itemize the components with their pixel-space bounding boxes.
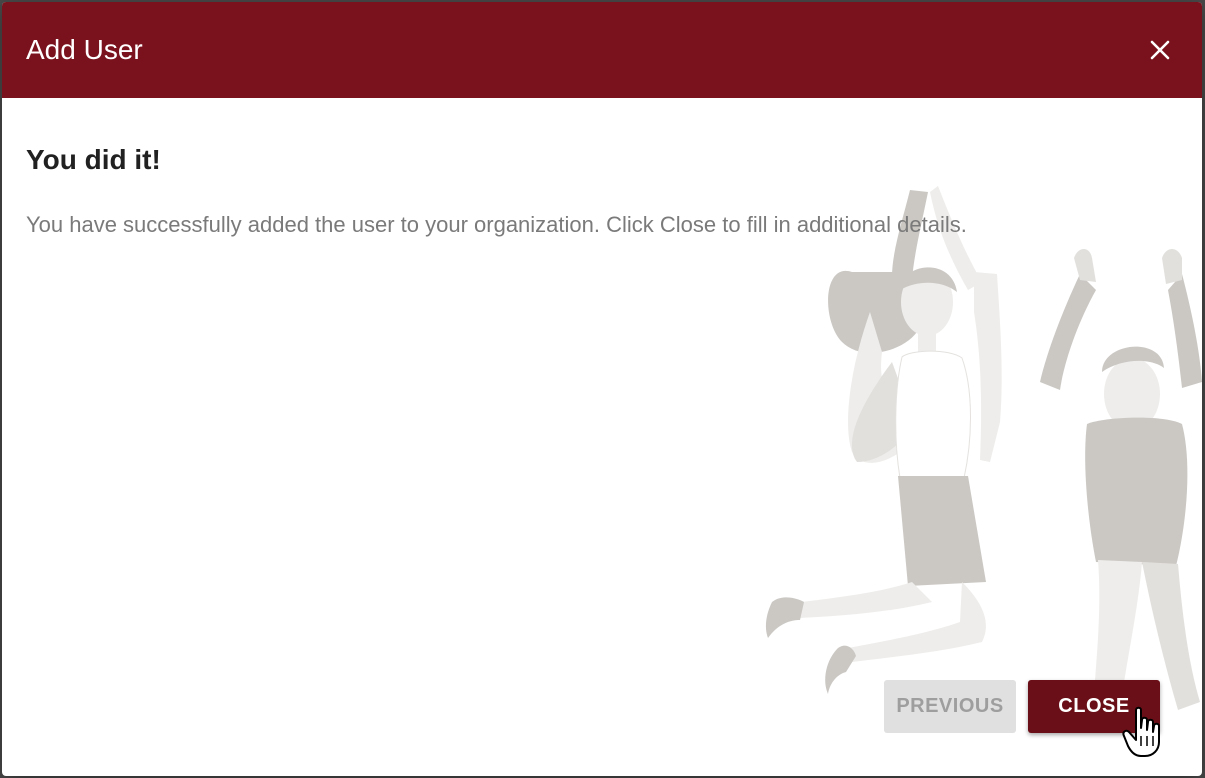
close-button[interactable]: CLOSE: [1028, 680, 1160, 733]
success-message: You have successfully added the user to …: [26, 212, 967, 237]
previous-button[interactable]: PREVIOUS: [884, 680, 1016, 733]
dialog-header: Add User: [2, 2, 1202, 98]
close-icon[interactable]: [1144, 34, 1176, 66]
dialog-title: Add User: [26, 34, 143, 65]
success-heading: You did it!: [26, 144, 161, 175]
add-user-dialog: Add User You did it! You have successful…: [2, 2, 1202, 776]
